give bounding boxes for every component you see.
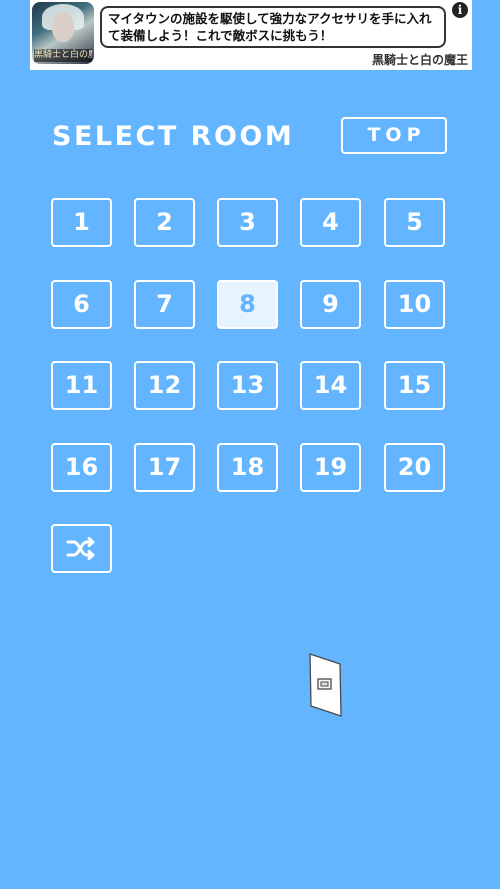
shuffle-button[interactable] (51, 524, 112, 573)
room-button-11[interactable]: 11 (51, 361, 112, 410)
room-button-19[interactable]: 19 (300, 443, 361, 492)
room-button-9[interactable]: 9 (300, 280, 361, 329)
room-button-20[interactable]: 20 (384, 443, 445, 492)
room-button-1[interactable]: 1 (51, 198, 112, 247)
room-button-7[interactable]: 7 (134, 280, 195, 329)
ad-thumbnail[interactable]: 黒騎士と白の魔王 (32, 2, 94, 64)
ad-brand-name: 黒騎士と白の魔王 (371, 53, 468, 67)
shuffle-icon (66, 537, 95, 560)
ad-banner[interactable]: 黒騎士と白の魔王 マイタウンの施設を駆使して強力なアクセサリを手に入れて装備しよ… (30, 0, 472, 70)
room-button-15[interactable]: 15 (384, 361, 445, 410)
room-button-13[interactable]: 13 (217, 361, 278, 410)
top-button[interactable]: TOP (341, 117, 447, 154)
ad-character-face (52, 12, 74, 42)
room-button-17[interactable]: 17 (134, 443, 195, 492)
room-button-12[interactable]: 12 (134, 361, 195, 410)
room-button-3[interactable]: 3 (217, 198, 278, 247)
info-icon[interactable]: i (452, 2, 468, 18)
room-button-18[interactable]: 18 (217, 443, 278, 492)
room-button-4[interactable]: 4 (300, 198, 361, 247)
room-button-14[interactable]: 14 (300, 361, 361, 410)
page-title: SELECT ROOM (52, 121, 295, 152)
room-button-10[interactable]: 10 (384, 280, 445, 329)
room-button-5[interactable]: 5 (384, 198, 445, 247)
room-button-16[interactable]: 16 (51, 443, 112, 492)
room-button-2[interactable]: 2 (134, 198, 195, 247)
light-switch-icon[interactable] (306, 652, 346, 720)
ad-message[interactable]: マイタウンの施設を駆使して強力なアクセサリを手に入れて装備しよう！これで敵ボスに… (100, 6, 446, 48)
room-button-8[interactable]: 8 (217, 280, 278, 329)
ad-thumbnail-caption: 黒騎士と白の魔王 (34, 49, 92, 62)
room-button-6[interactable]: 6 (51, 280, 112, 329)
